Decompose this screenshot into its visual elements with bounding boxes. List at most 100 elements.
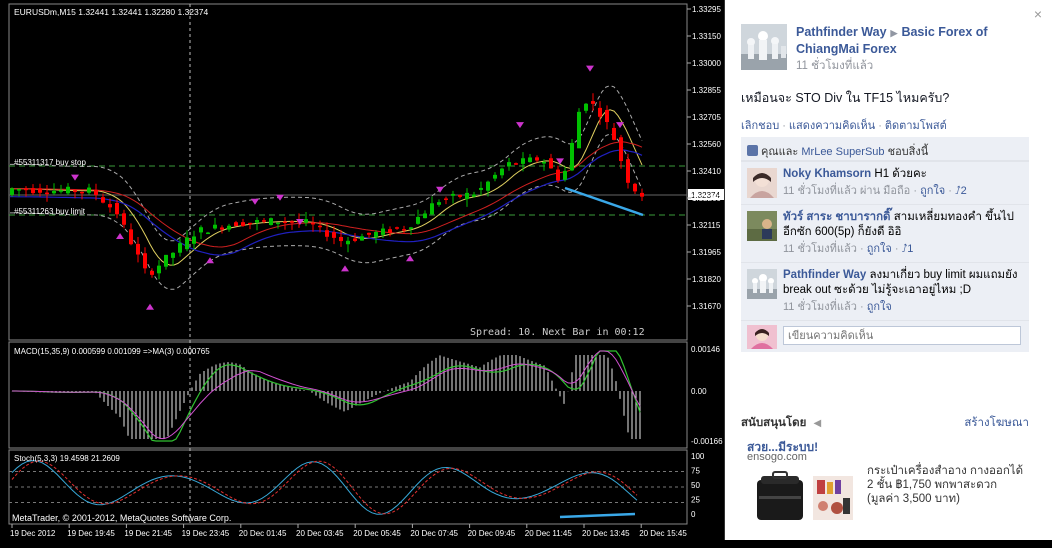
fractal-arrow xyxy=(586,65,594,72)
close-icon[interactable]: × xyxy=(1034,6,1042,22)
comment-like-count[interactable]: 2 xyxy=(961,185,967,197)
comment-like-link[interactable]: ถูกใจ xyxy=(867,301,892,313)
candle-body xyxy=(479,187,483,190)
thumbs-up-icon xyxy=(747,145,758,156)
create-ad-link[interactable]: สร้างโฆษณา xyxy=(964,414,1029,432)
fractal-arrow xyxy=(71,174,79,181)
time-tick-label: 20 Dec 05:45 xyxy=(353,529,401,538)
candle-body xyxy=(157,265,161,274)
macd-label: MACD(15,35,9) 0.000599 0.001099 =>MA(3) … xyxy=(14,347,210,356)
bollinger-upper xyxy=(10,85,643,242)
price-tick-label: 1.32260 xyxy=(692,194,721,203)
post-timestamp[interactable]: 11 ชั่วโมงที่แล้ว xyxy=(796,57,873,75)
likes-suffix: ชอบสิ่งนี้ xyxy=(887,146,929,158)
fractal-arrow xyxy=(206,257,214,264)
candle-body xyxy=(598,107,602,117)
candle-body xyxy=(10,188,14,195)
comment-input[interactable] xyxy=(783,326,1021,345)
comment-text: H1 ด้วยคะ xyxy=(874,168,927,180)
post-header: Pathfinder Way ▶ Basic Forex of ChiangMai … xyxy=(741,24,1041,74)
likes-row: คุณและ MrLee SuperSub ชอบสิ่งนี้ xyxy=(741,137,1029,161)
candle-body xyxy=(493,174,497,179)
copyright-text: MetaTrader, © 2001-2012, MetaQuotes Soft… xyxy=(12,513,231,523)
chart-canvas[interactable]: EURUSDm,M15 1.32441 1.32441 1.32280 1.32… xyxy=(0,0,724,548)
time-tick-label: 20 Dec 15:45 xyxy=(639,529,687,538)
candle-body xyxy=(325,230,329,237)
candle-body xyxy=(381,228,385,235)
fractal-arrow xyxy=(516,122,524,129)
time-tick-label: 20 Dec 07:45 xyxy=(410,529,458,538)
macd-tick-label: 0.00 xyxy=(691,387,707,396)
candle-body xyxy=(570,142,574,171)
price-tick-label: 1.32115 xyxy=(692,221,721,230)
stoch-layer xyxy=(9,460,687,519)
comment-time[interactable]: 11 ชั่วโมงที่แล้ว ผ่าน มือถือ xyxy=(783,185,910,197)
candle-body xyxy=(409,227,413,229)
candle-body xyxy=(514,163,518,165)
stoch-tick-label: 25 xyxy=(691,496,700,505)
ad-text: กระเป๋าเครื่องสำอาง กางออกได้ 2 ชั้น ฿1,… xyxy=(867,465,1024,505)
commenter-avatar[interactable] xyxy=(747,211,777,241)
liker-name-link[interactable]: MrLee SuperSub xyxy=(801,146,884,158)
comment-like-count[interactable]: 1 xyxy=(907,243,913,255)
ma-yellow-line xyxy=(10,109,643,266)
commenter-name[interactable]: Pathfinder Way xyxy=(783,269,866,281)
candle-body xyxy=(332,232,336,238)
candle-body xyxy=(24,188,28,191)
comment-meta: 11 ชั่วโมงที่แล้ว · ถูกใจ · ⭜1 xyxy=(783,243,914,255)
candle-body xyxy=(52,190,56,194)
candle-body xyxy=(584,103,588,111)
candle-body xyxy=(430,203,434,215)
candle-body xyxy=(402,229,406,231)
fractal-arrow xyxy=(146,303,154,310)
candle-body xyxy=(619,137,623,162)
candle-body xyxy=(311,222,315,225)
candle-body xyxy=(416,216,420,224)
candle-body xyxy=(185,237,189,250)
candle-body xyxy=(17,189,21,191)
unlike-link[interactable]: เลิกชอบ xyxy=(741,120,779,132)
stoch-scale: 100 75 50 25 0 xyxy=(691,452,705,519)
ad-info-icon[interactable]: ◀ xyxy=(814,418,822,429)
comment-time[interactable]: 11 ชั่วโมงที่แล้ว xyxy=(783,243,857,255)
candle-body xyxy=(556,169,560,181)
macd-layer xyxy=(11,350,641,442)
price-tick-label: 1.33000 xyxy=(692,59,721,68)
follow-post-link[interactable]: ติดตามโพสต์ xyxy=(885,120,947,132)
commenter-avatar[interactable] xyxy=(747,269,777,299)
candle-body xyxy=(136,243,140,255)
ad-image[interactable] xyxy=(747,466,862,530)
price-scale: 1.33295 1.33150 1.33000 1.32855 1.32705 1.325… xyxy=(687,5,724,311)
show-comments-link[interactable]: แสดงความคิดเห็น xyxy=(789,120,875,132)
page-name-link[interactable]: Pathfinder Way xyxy=(796,25,887,39)
sponsored-label: สนับสนุนโดย xyxy=(741,417,807,429)
macd-signal-line xyxy=(11,350,641,440)
candle-body xyxy=(605,109,609,123)
price-tick-label: 1.31820 xyxy=(692,275,721,284)
candle-body xyxy=(542,161,546,164)
candle-body xyxy=(150,270,154,275)
page-avatar[interactable] xyxy=(741,24,787,70)
price-tick-label: 1.32705 xyxy=(692,113,721,122)
fractal-arrow xyxy=(436,186,444,193)
current-user-avatar xyxy=(747,325,777,349)
candle-body xyxy=(318,225,322,228)
candle-body xyxy=(227,225,231,230)
buy-limit-label: #55311263 buy limit xyxy=(14,207,86,216)
comments-box: คุณและ MrLee SuperSub ชอบสิ่งนี้ Noky Kh… xyxy=(741,137,1029,352)
commenter-avatar[interactable] xyxy=(747,168,777,198)
action-separator: · xyxy=(878,120,882,132)
time-scale: 19 Dec 2012 19 Dec 19:45 19 Dec 21:45 19 De… xyxy=(10,524,687,538)
comment-like-link[interactable]: ถูกใจ xyxy=(867,243,892,255)
bollinger-lower xyxy=(10,133,643,290)
candle-body xyxy=(241,222,245,227)
buy-stop-label: #55311317 buy stop xyxy=(14,158,86,167)
candle-body xyxy=(248,222,252,225)
comment-like-link[interactable]: ถูกใจ xyxy=(920,185,945,197)
candle-body xyxy=(31,188,35,194)
comment-time[interactable]: 11 ชั่วโมงที่แล้ว xyxy=(783,301,857,313)
metatrader-chart[interactable]: EURUSDm,M15 1.32441 1.32441 1.32280 1.32… xyxy=(0,0,724,548)
candle-body xyxy=(367,232,371,235)
commenter-name[interactable]: Noky Khamsorn xyxy=(783,168,871,180)
commenter-name[interactable]: ทัวร์ สาระ ชาบารากดิ๊ xyxy=(783,211,891,223)
